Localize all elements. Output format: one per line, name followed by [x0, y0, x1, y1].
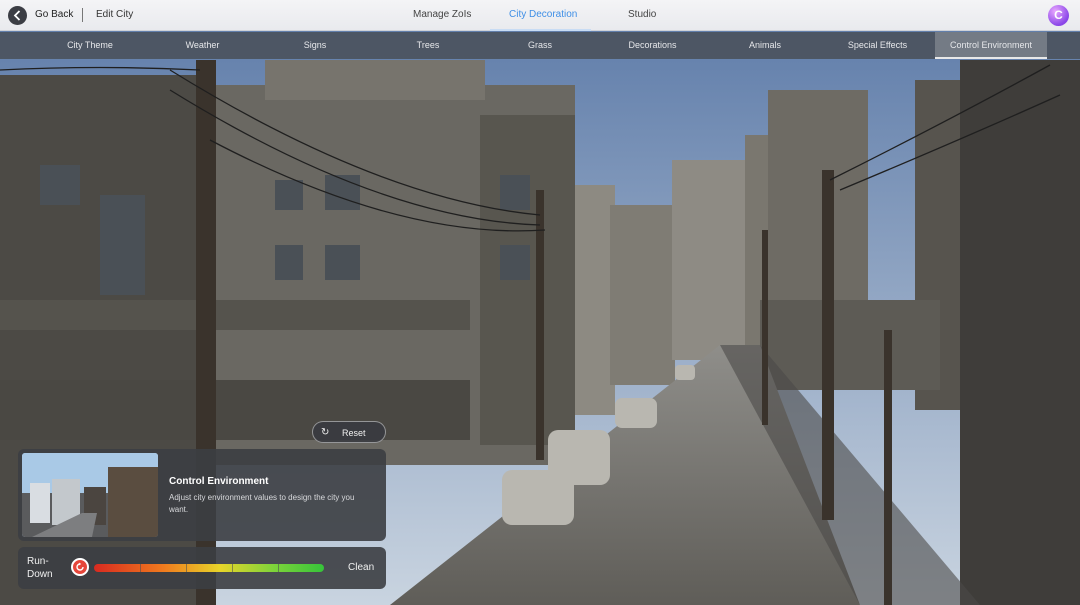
user-avatar[interactable]: C [1048, 5, 1069, 26]
control-environment-panel: Control Environment Adjust city environm… [18, 449, 386, 541]
clean-label: Clean [348, 562, 375, 573]
decoration-subnav: City Theme Weather Signs Trees Grass Dec… [0, 32, 1080, 59]
divider [82, 8, 83, 22]
tab-manage-zois[interactable]: Manage ZoIs [413, 9, 471, 20]
subtab-decorations[interactable]: Decorations [610, 32, 695, 59]
top-bar: Go Back Edit City Manage ZoIs City Decor… [0, 0, 1080, 31]
subtab-control-environment[interactable]: Control Environment [935, 32, 1047, 59]
subtab-signs[interactable]: Signs [280, 32, 350, 59]
active-tab-indicator [490, 29, 591, 31]
run-down-label: Run-Down [27, 556, 53, 580]
subtab-weather[interactable]: Weather [160, 32, 245, 59]
slider-tick [232, 564, 233, 572]
environment-slider-track[interactable] [94, 564, 324, 572]
subtab-trees[interactable]: Trees [393, 32, 463, 59]
environment-slider-handle[interactable] [71, 558, 89, 576]
reset-label: Reset [342, 428, 366, 438]
back-button[interactable] [8, 6, 27, 25]
chevron-left-icon [13, 10, 21, 21]
slider-tick [186, 564, 187, 572]
go-back-link[interactable]: Go Back [35, 9, 73, 20]
tab-studio[interactable]: Studio [628, 9, 656, 20]
tab-city-decoration[interactable]: City Decoration [509, 9, 577, 20]
slider-tick [278, 564, 279, 572]
page-title: Edit City [96, 9, 134, 20]
reset-button[interactable]: ↻ Reset [312, 421, 386, 443]
panel-title: Control Environment [169, 476, 269, 487]
slider-tick [140, 564, 141, 572]
panel-description: Adjust city environment values to design… [169, 493, 355, 514]
environment-slider-panel: Run-Down Clean [18, 547, 386, 589]
subtab-city-theme[interactable]: City Theme [40, 32, 140, 59]
environment-thumbnail [22, 453, 158, 537]
subtab-special-effects[interactable]: Special Effects [830, 32, 925, 59]
refresh-icon [76, 562, 84, 571]
subtab-grass[interactable]: Grass [505, 32, 575, 59]
reset-icon: ↻ [321, 427, 330, 438]
subtab-animals[interactable]: Animals [730, 32, 800, 59]
